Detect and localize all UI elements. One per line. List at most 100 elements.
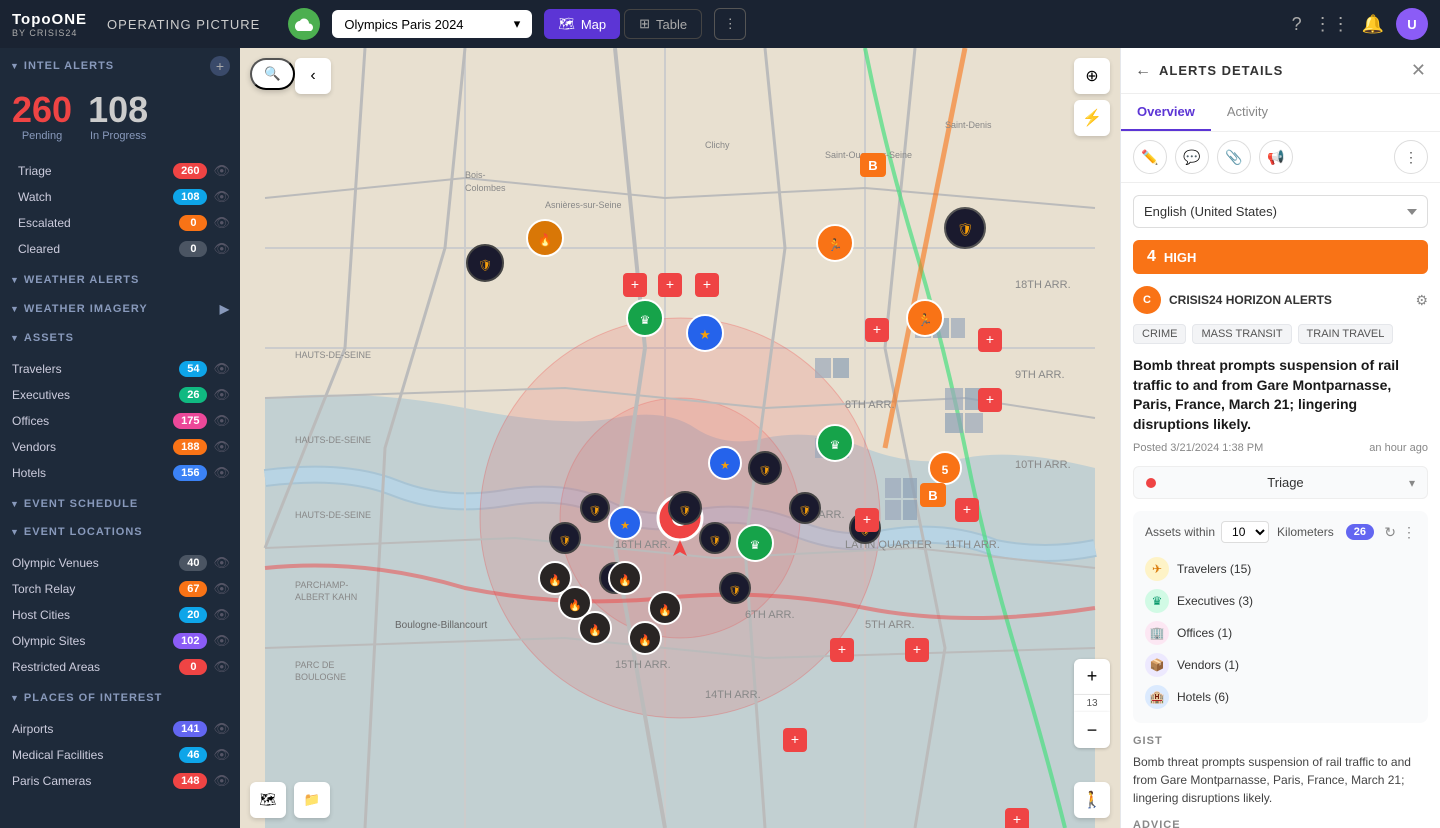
- panel-close-button[interactable]: ✕: [1411, 60, 1426, 81]
- cleared-visibility-button[interactable]: 👁: [213, 241, 230, 257]
- weather-imagery-section[interactable]: ▼ WEATHER IMAGERY ▶: [0, 294, 240, 324]
- inprogress-label: In Progress: [90, 130, 146, 142]
- host-cities-row[interactable]: Host Cities 20 👁: [0, 602, 240, 628]
- cleared-row[interactable]: Cleared 0 👁: [0, 236, 240, 262]
- assets-more-button[interactable]: ⋮: [1402, 524, 1416, 541]
- map-controls-top: ⊕ ⚡: [1074, 58, 1110, 136]
- source-name: CRISIS24 HORIZON ALERTS: [1169, 293, 1407, 307]
- tab-activity[interactable]: Activity: [1211, 94, 1284, 131]
- olympic-venues-row[interactable]: Olympic Venues 40 👁: [0, 550, 240, 576]
- zoom-out-button[interactable]: −: [1074, 712, 1110, 748]
- map-selector-dropdown[interactable]: Olympics Paris 2024 ▾: [332, 10, 532, 38]
- travelers-visibility-button[interactable]: 👁: [213, 361, 230, 377]
- language-selector[interactable]: English (United States): [1133, 195, 1428, 228]
- olympic-sites-row[interactable]: Olympic Sites 102 👁: [0, 628, 240, 654]
- alert-tags: CRIME MASS TRANSIT TRAIN TRAVEL: [1133, 324, 1428, 344]
- vendors-visibility-button[interactable]: 👁: [213, 439, 230, 455]
- event-schedule-section[interactable]: ▼ EVENT SCHEDULE: [0, 490, 240, 518]
- watch-visibility-button[interactable]: 👁: [213, 189, 230, 205]
- paris-cameras-row[interactable]: Paris Cameras 148 👁: [0, 768, 240, 794]
- assets-section[interactable]: ▼ ASSETS: [0, 324, 240, 352]
- zoom-in-button[interactable]: +: [1074, 659, 1110, 695]
- source-settings-button[interactable]: ⚙: [1415, 292, 1428, 309]
- executives-visibility-button[interactable]: 👁: [213, 387, 230, 403]
- torch-relay-label: Torch Relay: [12, 582, 179, 596]
- vendors-row[interactable]: Vendors 188 👁: [0, 434, 240, 460]
- panel-back-button[interactable]: ←: [1135, 62, 1151, 80]
- vendors-badge: 188: [173, 439, 207, 455]
- svg-text:15TH ARR.: 15TH ARR.: [615, 659, 671, 671]
- map-zoom-controls: + 13 −: [1074, 659, 1110, 748]
- triage-visibility-button[interactable]: 👁: [213, 163, 230, 179]
- person-icon: 🚶: [1082, 790, 1102, 810]
- filter-button[interactable]: ⚡: [1074, 100, 1110, 136]
- escalated-visibility-button[interactable]: 👁: [213, 215, 230, 231]
- travelers-row[interactable]: Travelers 54 👁: [0, 356, 240, 382]
- offices-icon: 🏢: [1145, 621, 1169, 645]
- restricted-areas-visibility[interactable]: 👁: [213, 659, 230, 675]
- svg-text:🛡: 🛡: [709, 535, 722, 547]
- more-options-button[interactable]: ⋮: [714, 8, 746, 40]
- offices-visibility-button[interactable]: 👁: [213, 413, 230, 429]
- inprogress-count-item: 108 In Progress: [88, 92, 148, 142]
- location-button[interactable]: ⊕: [1074, 58, 1110, 94]
- airports-visibility[interactable]: 👁: [213, 721, 230, 737]
- svg-text:ALBERT KAHN: ALBERT KAHN: [295, 592, 357, 602]
- bookmark-button[interactable]: 📁: [294, 782, 330, 818]
- zoom-level: 13: [1074, 695, 1110, 712]
- share-button[interactable]: 📢: [1259, 140, 1293, 174]
- table-view-button[interactable]: ⊞ Table: [624, 9, 702, 39]
- torch-relay-row[interactable]: Torch Relay 67 👁: [0, 576, 240, 602]
- airports-row[interactable]: Airports 141 👁: [0, 716, 240, 742]
- gist-section: GIST Bomb threat prompts suspension of r…: [1133, 735, 1428, 807]
- svg-text:Colombes: Colombes: [465, 183, 506, 193]
- svg-text:+: +: [1013, 811, 1021, 827]
- comment-button[interactable]: 💬: [1175, 140, 1209, 174]
- layers-button[interactable]: 🗺: [250, 782, 286, 818]
- attach-button[interactable]: 📎: [1217, 140, 1251, 174]
- offices-row[interactable]: Offices 175 👁: [0, 408, 240, 434]
- watch-row[interactable]: Watch 108 👁: [0, 184, 240, 210]
- intel-alerts-section[interactable]: ▼ INTEL ALERTS +: [0, 48, 240, 84]
- olympic-sites-visibility[interactable]: 👁: [213, 633, 230, 649]
- map-search-button[interactable]: 🔍: [250, 58, 295, 90]
- event-locations-section[interactable]: ▼ EVENT LOCATIONS: [0, 518, 240, 546]
- edit-button[interactable]: ✏️: [1133, 140, 1167, 174]
- km-selector[interactable]: 10: [1221, 521, 1269, 543]
- bookmark-icon: 📁: [304, 792, 321, 808]
- torch-relay-visibility[interactable]: 👁: [213, 581, 230, 597]
- svg-text:5: 5: [942, 463, 949, 477]
- grid-menu-button[interactable]: ⋮⋮: [1314, 14, 1350, 35]
- olympic-venues-visibility[interactable]: 👁: [213, 555, 230, 571]
- executives-row[interactable]: Executives 26 👁: [0, 382, 240, 408]
- weather-alerts-section[interactable]: ▼ WEATHER ALERTS: [0, 266, 240, 294]
- host-cities-visibility[interactable]: 👁: [213, 607, 230, 623]
- triage-row[interactable]: Triage 260 👁: [0, 158, 240, 184]
- cloud-sync-button[interactable]: [288, 8, 320, 40]
- collapse-panel-button[interactable]: ‹: [295, 58, 331, 94]
- tab-overview[interactable]: Overview: [1121, 94, 1211, 131]
- restricted-areas-row[interactable]: Restricted Areas 0 👁: [0, 654, 240, 680]
- street-view-button[interactable]: 🚶: [1074, 782, 1110, 818]
- medical-facilities-row[interactable]: Medical Facilities 46 👁: [0, 742, 240, 768]
- triage-dropdown[interactable]: Triage ▾: [1133, 466, 1428, 499]
- paris-cameras-visibility[interactable]: 👁: [213, 773, 230, 789]
- refresh-button[interactable]: ↻: [1384, 524, 1396, 541]
- medical-visibility[interactable]: 👁: [213, 747, 230, 763]
- svg-text:🔥: 🔥: [638, 634, 652, 647]
- add-alert-button[interactable]: +: [210, 56, 230, 76]
- svg-text:B: B: [868, 158, 877, 173]
- hotels-visibility-button[interactable]: 👁: [213, 465, 230, 481]
- user-avatar[interactable]: U: [1396, 8, 1428, 40]
- help-button[interactable]: ?: [1292, 14, 1302, 35]
- notifications-button[interactable]: 🔔: [1362, 14, 1384, 35]
- escalated-row[interactable]: Escalated 0 👁: [0, 210, 240, 236]
- more-actions-button[interactable]: ⋮: [1394, 140, 1428, 174]
- map-view-button[interactable]: 🗺 Map: [544, 9, 620, 39]
- hotels-row[interactable]: Hotels 156 👁: [0, 460, 240, 486]
- left-sidebar: ▼ INTEL ALERTS + 260 Pending 108 In Prog…: [0, 48, 240, 828]
- cleared-badge: 0: [179, 241, 207, 257]
- map-area[interactable]: 18TH ARR. 9TH ARR. 10TH ARR. 11TH ARR. 8…: [240, 48, 1120, 828]
- places-section[interactable]: ▼ PLACES OF INTEREST: [0, 684, 240, 712]
- assets-label: ASSETS: [24, 332, 74, 344]
